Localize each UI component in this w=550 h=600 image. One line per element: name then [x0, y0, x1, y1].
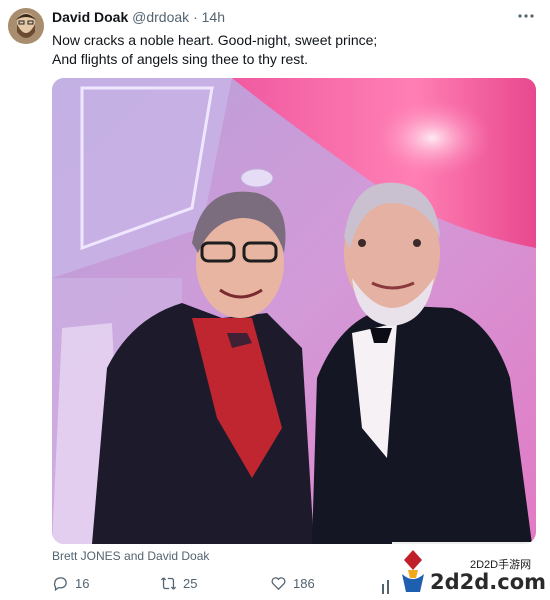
like-button[interactable]: 186: [270, 575, 315, 592]
author-handle[interactable]: @drdoak: [132, 9, 189, 25]
tweet-header: David Doak @drdoak · 14h: [52, 9, 225, 25]
separator-dot: ·: [193, 9, 198, 25]
retweet-count: 25: [183, 576, 198, 591]
retweet-button[interactable]: 25: [160, 575, 197, 592]
avatar[interactable]: [8, 8, 44, 44]
photo-image: [52, 78, 536, 544]
tweet-card[interactable]: David Doak @drdoak · 14h Now cracks a no…: [0, 0, 550, 600]
tweet-actions: 16 25 186: [52, 575, 392, 597]
avatar-image: [8, 8, 44, 44]
timestamp[interactable]: 14h: [202, 9, 225, 25]
tweet-photo[interactable]: [52, 78, 536, 544]
retweet-icon: [160, 577, 177, 590]
more-icon[interactable]: [516, 6, 536, 31]
tweet-text-line: And flights of angels sing thee to thy r…: [52, 51, 309, 67]
watermark-logo: [398, 548, 428, 599]
tweet-text-line: Now cracks a noble heart. Good-night, sw…: [52, 32, 378, 48]
reply-button[interactable]: 16: [52, 575, 89, 592]
author-name[interactable]: David Doak: [52, 9, 128, 25]
media-caption[interactable]: Brett JONES and David Doak: [52, 549, 209, 563]
tweet-text: Now cracks a noble heart. Good-night, sw…: [52, 31, 532, 69]
reply-icon: [53, 577, 67, 592]
heart-icon: [271, 577, 286, 591]
like-count: 186: [293, 576, 315, 591]
reply-count: 16: [75, 576, 90, 591]
watermark-brand: 2d2d.com: [430, 570, 547, 594]
